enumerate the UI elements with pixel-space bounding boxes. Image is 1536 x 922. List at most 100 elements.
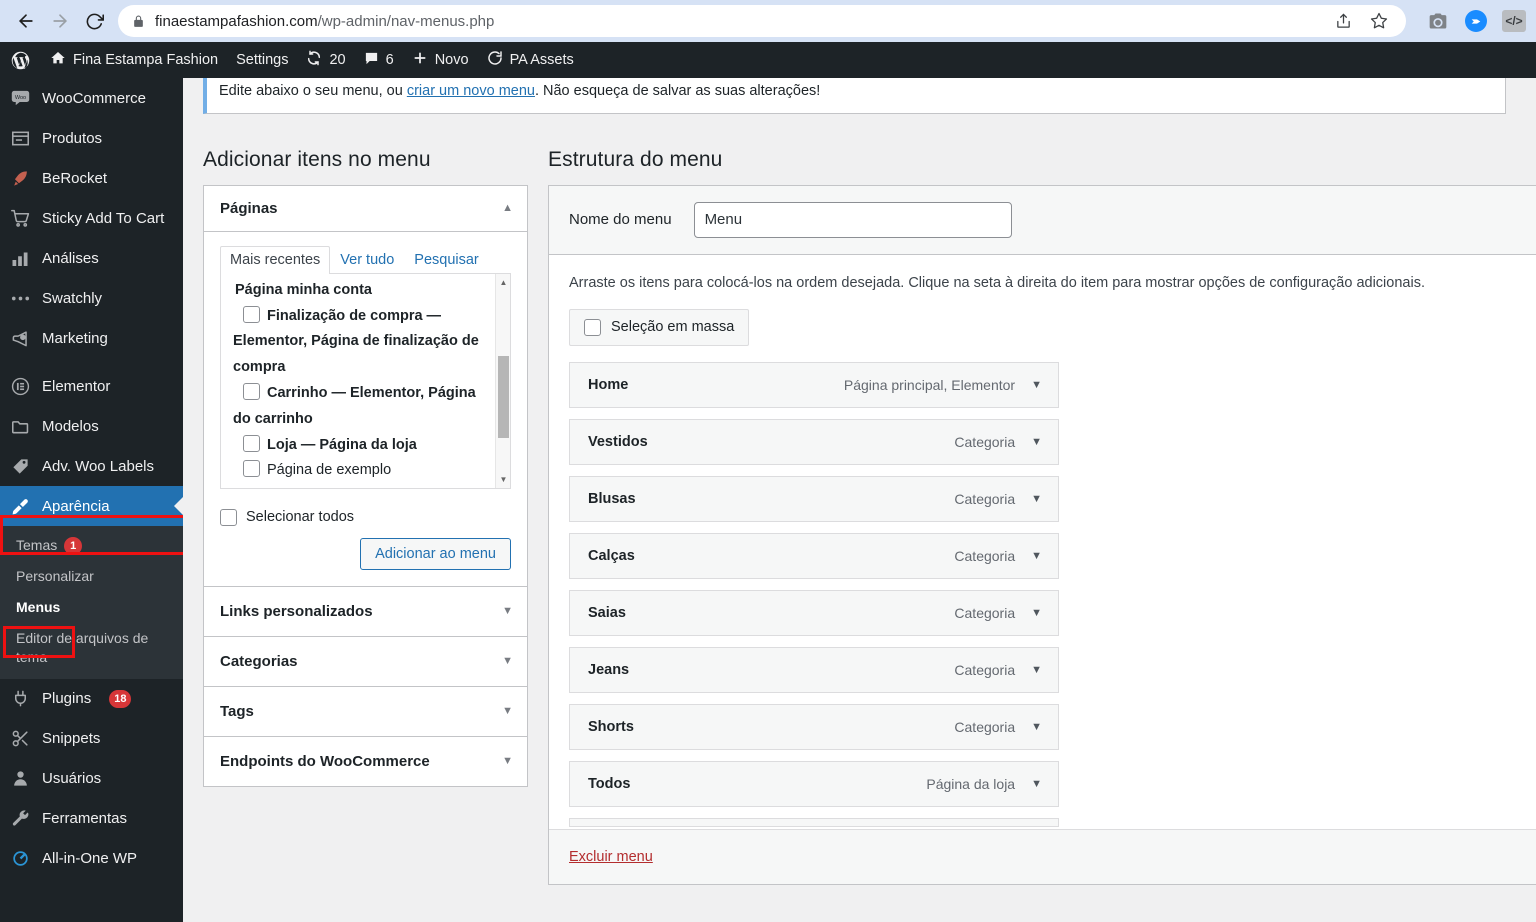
share-icon[interactable]	[1330, 8, 1356, 34]
accordion-header-tags[interactable]: Tags ▼	[204, 686, 527, 736]
sidebar-item-editor-arquivos-tema[interactable]: Editor de arquivos de tema	[0, 623, 160, 673]
scroll-down-icon[interactable]: ▼	[496, 472, 511, 487]
expand-caret-down-icon[interactable]: ▼	[1031, 664, 1042, 676]
sidebar-item-ferramentas[interactable]: Ferramentas	[0, 799, 183, 839]
menu-item-row[interactable]: Saias Categoria ▼	[569, 590, 1059, 636]
menu-item-row-partial[interactable]	[569, 818, 1059, 827]
menu-item-row[interactable]: Jeans Categoria ▼	[569, 647, 1059, 693]
adminbar-item-pa-assets[interactable]: PA Assets	[478, 42, 583, 78]
expand-caret-down-icon[interactable]: ▼	[1031, 721, 1042, 733]
sidebar-item-menus[interactable]: Menus	[0, 592, 183, 623]
expand-caret-down-icon[interactable]: ▼	[1031, 493, 1042, 505]
sidebar-item-elementor[interactable]: Elementor	[0, 366, 183, 406]
collapse-caret-up-icon[interactable]: ▲	[502, 203, 513, 214]
menu-item-label: Todos	[588, 776, 926, 792]
scrollbar-thumb[interactable]	[498, 356, 509, 438]
sidebar-item-swatchly[interactable]: Swatchly	[0, 278, 183, 318]
menu-item-type: Categoria	[954, 719, 1015, 735]
accordion-header-categorias[interactable]: Categorias ▼	[204, 636, 527, 686]
wordpress-logo-icon[interactable]	[2, 42, 41, 78]
camera-icon[interactable]	[1426, 9, 1450, 33]
expand-caret-down-icon[interactable]: ▼	[1031, 379, 1042, 391]
forward-arrow-icon[interactable]	[44, 5, 76, 37]
sidebar-label: Snippets	[42, 730, 100, 747]
pages-checkbox-list[interactable]: Página minha conta Finalização de compra…	[220, 273, 511, 489]
menu-item-row[interactable]: Vestidos Categoria ▼	[569, 419, 1059, 465]
add-to-menu-button[interactable]: Adicionar ao menu	[360, 538, 511, 570]
woo-icon: Woo	[9, 90, 31, 106]
bulk-select-checkbox[interactable]	[584, 319, 601, 336]
elementor-icon	[9, 377, 31, 396]
sidebar-item-produtos[interactable]: Produtos	[0, 118, 183, 158]
adminbar-item-updates[interactable]: 20	[297, 42, 354, 78]
sidebar-item-usuarios[interactable]: Usuários	[0, 759, 183, 799]
tab-ver-tudo[interactable]: Ver tudo	[330, 246, 404, 274]
select-all-row[interactable]: Selecionar todos	[220, 509, 511, 526]
expand-caret-down-icon[interactable]: ▼	[1031, 550, 1042, 562]
sidebar-item-temas[interactable]: Temas1	[0, 530, 183, 561]
sidebar-item-plugins[interactable]: Plugins 18	[0, 679, 183, 719]
sidebar-item-woocommerce[interactable]: Woo WooCommerce	[0, 78, 183, 118]
accordion-header-links-personalizados[interactable]: Links personalizados ▼	[204, 586, 527, 636]
menu-structure-box: Nome do menu Arraste os itens para coloc…	[548, 185, 1536, 885]
expand-caret-down-icon[interactable]: ▼	[502, 656, 513, 667]
sidebar-label: Análises	[42, 250, 99, 267]
list-item[interactable]: Loja — Página da loja	[233, 433, 496, 459]
sidebar-item-aparencia[interactable]: Aparência	[0, 486, 183, 526]
code-brackets-icon[interactable]: </>	[1502, 9, 1526, 33]
scroll-up-icon[interactable]: ▲	[496, 275, 511, 290]
tab-pesquisar[interactable]: Pesquisar	[404, 246, 488, 274]
page-checkbox[interactable]	[243, 460, 260, 477]
adminbar-item-new[interactable]: Novo	[403, 42, 478, 78]
tab-mais-recentes[interactable]: Mais recentes	[220, 246, 330, 274]
select-all-checkbox[interactable]	[220, 509, 237, 526]
expand-caret-down-icon[interactable]: ▼	[1031, 778, 1042, 790]
sidebar-item-modelos[interactable]: Modelos	[0, 406, 183, 446]
sidebar-item-marketing[interactable]: Marketing	[0, 318, 183, 358]
adminbar-item-comments[interactable]: 6	[355, 42, 403, 78]
menu-item-row[interactable]: Calças Categoria ▼	[569, 533, 1059, 579]
reload-icon[interactable]	[78, 5, 110, 37]
sidebar-item-berocket[interactable]: BeRocket	[0, 158, 183, 198]
sidebar-item-adv-woo-labels[interactable]: Adv. Woo Labels	[0, 446, 183, 486]
page-checkbox[interactable]	[243, 383, 260, 400]
sidebar-item-snippets[interactable]: Snippets	[0, 719, 183, 759]
page-checkbox[interactable]	[243, 306, 260, 323]
menu-item-row[interactable]: Blusas Categoria ▼	[569, 476, 1059, 522]
expand-caret-down-icon[interactable]: ▼	[1031, 436, 1042, 448]
drag-hint-text: Arraste os itens para colocá-los na orde…	[569, 273, 1516, 295]
list-item[interactable]: Finalização de compra — Elementor, Págin…	[233, 304, 496, 381]
add-items-title: Adicionar itens no menu	[203, 148, 528, 172]
sidebar-label: Marketing	[42, 330, 108, 347]
expand-caret-down-icon[interactable]: ▼	[502, 756, 513, 767]
accordion-header-endpoints-woocommerce[interactable]: Endpoints do WooCommerce ▼	[204, 736, 527, 786]
create-new-menu-link[interactable]: criar um novo menu	[407, 83, 535, 99]
blue-arrow-extension-icon[interactable]	[1464, 9, 1488, 33]
expand-caret-down-icon[interactable]: ▼	[502, 706, 513, 717]
sidebar-item-sticky-add-to-cart[interactable]: Sticky Add To Cart	[0, 198, 183, 238]
expand-caret-down-icon[interactable]: ▼	[1031, 607, 1042, 619]
folder-icon	[9, 418, 31, 435]
list-item[interactable]: Página de exemplo	[233, 458, 496, 484]
list-item[interactable]: Página minha conta	[233, 278, 496, 304]
back-arrow-icon[interactable]	[10, 5, 42, 37]
list-item[interactable]: Carrinho — Elementor, Página do carrinho	[233, 381, 496, 433]
menu-item-type: Página principal, Elementor	[844, 377, 1015, 393]
star-icon[interactable]	[1366, 8, 1392, 34]
menu-item-row[interactable]: Todos Página da loja ▼	[569, 761, 1059, 807]
page-checkbox[interactable]	[243, 435, 260, 452]
expand-caret-down-icon[interactable]: ▼	[502, 606, 513, 617]
sidebar-item-all-in-one-wp[interactable]: All-in-One WP	[0, 839, 183, 879]
adminbar-item-site[interactable]: Fina Estampa Fashion	[41, 42, 227, 78]
accordion-header-paginas[interactable]: Páginas ▲	[204, 186, 527, 232]
delete-menu-link[interactable]: Excluir menu	[569, 849, 653, 865]
menu-name-input[interactable]	[694, 202, 1012, 238]
menu-item-row[interactable]: Home Página principal, Elementor ▼	[569, 362, 1059, 408]
sidebar-item-analises[interactable]: Análises	[0, 238, 183, 278]
list-scrollbar[interactable]: ▲ ▼	[495, 274, 510, 488]
address-bar[interactable]: finaestampafashion.com/wp-admin/nav-menu…	[118, 5, 1406, 37]
menu-item-row[interactable]: Shorts Categoria ▼	[569, 704, 1059, 750]
sidebar-item-personalizar[interactable]: Personalizar	[0, 561, 183, 592]
bulk-select-toggle[interactable]: Seleção em massa	[569, 309, 749, 346]
adminbar-item-settings[interactable]: Settings	[227, 42, 297, 78]
